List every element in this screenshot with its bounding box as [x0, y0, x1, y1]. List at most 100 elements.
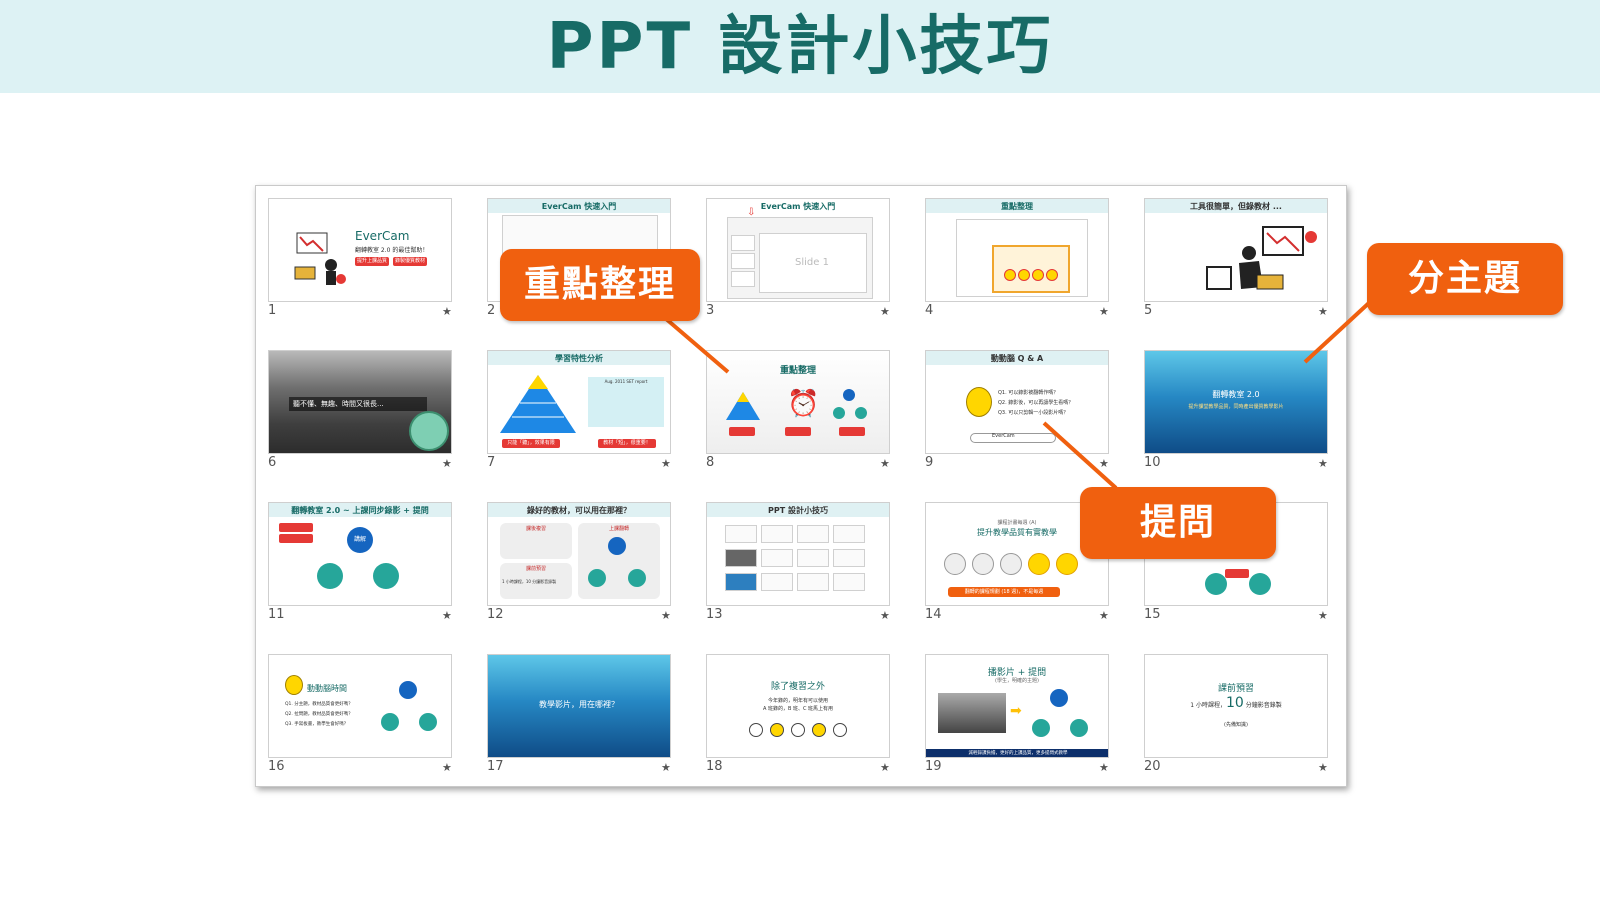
slide-thumbnail-8[interactable]: 重點整理 ⏰ — [706, 350, 890, 454]
star-icon: ★ — [442, 305, 452, 318]
step-circle — [1000, 553, 1022, 575]
mini-thumbnail — [833, 549, 865, 567]
slide-number: 5 — [1144, 303, 1153, 318]
mini-thumbnail — [761, 525, 793, 543]
slide-preview-mock — [992, 245, 1070, 293]
slide-number: 8 — [706, 455, 715, 470]
callout-key-points: 重點整理 — [500, 249, 700, 321]
slide-number: 20 — [1144, 759, 1161, 774]
cycle-node — [833, 407, 845, 419]
slide18-line1: 今年錄的，明年有可以使用 — [767, 698, 828, 704]
slide-thumbnail-20[interactable]: 課前預習 1 小時課程，10 分鐘影音錄製 (先備知識) — [1144, 654, 1328, 758]
thinking-face-icon — [966, 387, 992, 417]
slide-number: 3 — [706, 303, 715, 318]
slide-thumbnail-16[interactable]: 動動腦時間 Q1. 分主題，教材品質會更好嗎？ Q2. 拉問題，教材品質會更好嗎… — [268, 654, 452, 758]
right-arrow-icon: ➡ — [1010, 703, 1022, 719]
slide-number: 6 — [268, 455, 277, 470]
cycle-node — [628, 569, 646, 587]
mini-thumbnail — [797, 549, 829, 567]
slide-thumbnail-3[interactable]: EverCam 快速入門 ⇩ Slide 1 — [706, 198, 890, 302]
slide-thumbnail-11[interactable]: 翻轉教室 2.0 ~ 上課同步錄影 + 提問 講解 — [268, 502, 452, 606]
mini-thumbnail — [725, 525, 757, 543]
slide8-tag — [785, 427, 811, 436]
step-circle — [749, 723, 763, 737]
student-cartoon-icon — [409, 411, 449, 451]
cycle-node — [1070, 719, 1088, 737]
slide-thumbnail-6[interactable]: 聽不懂、無趣、時間又很長... — [268, 350, 452, 454]
step-circle — [1018, 269, 1030, 281]
slide12-box2-label: 課前預習 — [525, 566, 546, 572]
slide-number: 2 — [487, 303, 496, 318]
star-icon: ★ — [1099, 761, 1109, 774]
slide12-minutes: 1 小時課程，10 分鐘影音錄製 — [502, 579, 557, 584]
slide20-line: 1 小時課程，10 分鐘影音錄製 — [1145, 695, 1327, 711]
slide-thumbnail-1[interactable]: EverCam 翻轉教室 2.0 的最佳幫助！ 提升上課品質 錄製優質教材 — [268, 198, 452, 302]
star-icon: ★ — [661, 609, 671, 622]
slide7-report-title: Aug. 2011 SET report — [604, 379, 648, 384]
cycle-node — [843, 389, 855, 401]
slide12-box3-label: 上課翻轉 — [608, 526, 629, 532]
mini-thumbnail — [761, 573, 793, 591]
slide7-title: 學習特性分析 — [555, 354, 603, 363]
slide-thumbnail-5[interactable]: 工具很簡單，但錄教材 ... — [1144, 198, 1328, 302]
cycle-node — [381, 713, 399, 731]
step-circle — [1032, 269, 1044, 281]
slide-thumbnail-17[interactable]: 教學影片，用在哪裡？ — [487, 654, 671, 758]
slide18-line2: A 班錄的，B 班、C 班馬上有用 — [762, 706, 834, 712]
star-icon: ★ — [880, 305, 890, 318]
slide19-subtitle: (學生，明確的主題) — [995, 678, 1039, 684]
slide16-title: 動動腦時間 — [307, 684, 347, 693]
learning-pyramid-chart — [500, 375, 576, 433]
slide16-q3: Q3. 手寫板書，教學生會好嗎？ — [285, 722, 349, 727]
flip-box — [578, 523, 660, 599]
slide3-title: EverCam 快速入門 — [760, 202, 836, 211]
slide16-q1: Q1. 分主題，教材品質會更好嗎？ — [285, 702, 353, 707]
slide11-center-label: 講解 — [353, 536, 366, 543]
slide-thumbnail-18[interactable]: 除了複習之外 今年錄的，明年有可以使用 A 班錄的，B 班、C 班馬上有用 — [706, 654, 890, 758]
mini-thumbnail — [797, 573, 829, 591]
cycle-node — [399, 681, 417, 699]
slide-number: 11 — [268, 607, 285, 622]
slide1-title: EverCam — [355, 229, 410, 243]
slide-thumbnail-4[interactable]: 重點整理 — [925, 198, 1109, 302]
slide-sorter-panel[interactable]: EverCam 翻轉教室 2.0 的最佳幫助！ 提升上課品質 錄製優質教材 1 … — [255, 185, 1347, 787]
slide-number: 7 — [487, 455, 496, 470]
pyramid-icon — [726, 392, 760, 420]
step-circle — [791, 723, 805, 737]
cycle-node — [1032, 719, 1050, 737]
cycle-node — [317, 563, 343, 589]
star-icon: ★ — [442, 457, 452, 470]
slide20-line-pre: 1 小時課程， — [1190, 702, 1226, 709]
slide-thumbnail-9[interactable]: 動動腦 Q & A Q1. 可以錄影被翻轉作嗎？ Q2. 錄影後，可以再讓學生看… — [925, 350, 1109, 454]
slide-number: 16 — [268, 759, 285, 774]
slide20-line-post: 分鐘影音錄製 — [1243, 702, 1282, 709]
star-icon: ★ — [661, 761, 671, 774]
mini-thumbnail — [725, 573, 757, 591]
cycle-node — [1205, 573, 1227, 595]
overwhelmed-presenter-illustration — [1206, 226, 1317, 290]
slide11-tag — [279, 534, 313, 543]
slide-number: 1 — [268, 303, 277, 318]
slide-thumbnail-7[interactable]: 學習特性分析 Aug. 2011 SET report 只能「聽」，效果有限 教… — [487, 350, 671, 454]
slide9-q2: Q2. 錄影後，可以再讓學生看嗎？ — [998, 400, 1074, 406]
star-icon: ★ — [1099, 609, 1109, 622]
alarm-clock-icon: ⏰ — [787, 389, 820, 419]
slide-thumbnail-12[interactable]: 錄好的教材，可以用在那裡？ 課後複習 課前預習 1 小時課程，10 分鐘影音錄製… — [487, 502, 671, 606]
slide-thumbnail-19[interactable]: 播影片 + 提問 (學生，明確的主題) ➡ 減輕錄課負擔，更好的上課品質，更多提… — [925, 654, 1109, 758]
slide5-title: 工具很簡單，但錄教材 ... — [1190, 202, 1282, 211]
slide-thumbnail-13[interactable]: PPT 設計小技巧 — [706, 502, 890, 606]
slide-number: 14 — [925, 607, 942, 622]
star-icon: ★ — [880, 609, 890, 622]
step-circle — [944, 553, 966, 575]
slide-number: 12 — [487, 607, 504, 622]
slide13-title: PPT 設計小技巧 — [768, 506, 828, 515]
slide-thumbnail-10[interactable]: 翻轉教室 2.0 提升課堂教學品質，同時產出優質教學影片 — [1144, 350, 1328, 454]
step-circle — [1056, 553, 1078, 575]
slide8-title: 重點整理 — [779, 366, 816, 376]
star-icon: ★ — [1099, 305, 1109, 318]
slide10-subtitle: 提升課堂教學品質，同時產出優質教學影片 — [1188, 404, 1284, 410]
star-icon: ★ — [1318, 761, 1328, 774]
slide16-q2: Q2. 拉問題，教材品質會更好嗎？ — [285, 712, 353, 717]
step-circle — [1046, 269, 1058, 281]
slide-number: 4 — [925, 303, 934, 318]
